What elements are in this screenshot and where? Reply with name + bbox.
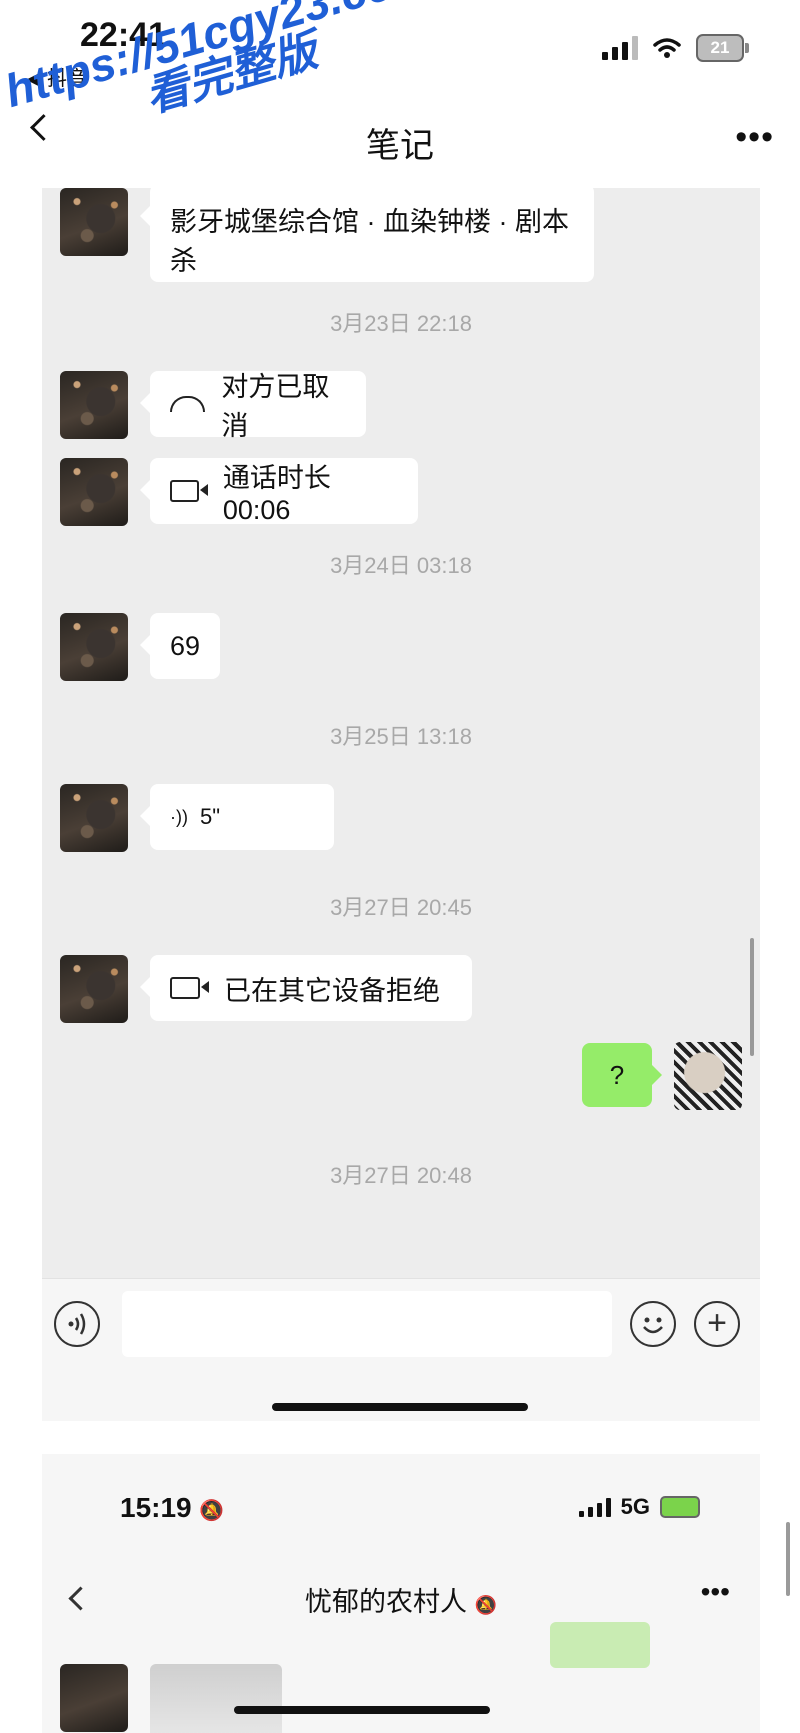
status-time: 15:19 🔕 [120,1492,224,1524]
voice-waves-icon [68,1313,86,1335]
second-screenshot: 15:19 🔕 5G 忧郁的农村人 🔕 ••• [42,1454,760,1733]
my-message-bubble[interactable]: ? [582,1043,662,1107]
message-text: 已在其它设备拒绝 [224,975,440,1006]
chat-title: 忧郁的农村人 🔕 [42,1580,760,1619]
smiley-face-icon [643,1317,663,1334]
contact-avatar[interactable] [60,188,128,256]
battery-icon: 21 [696,34,749,62]
more-options-button[interactable]: ••• [735,118,774,157]
phone-hangup-icon [170,396,206,412]
scrollbar[interactable] [750,938,754,1056]
message-bubble-call-cancelled[interactable]: 对方已取消 [140,371,366,441]
message-bubble-voice[interactable]: ·)) 5" [140,784,334,850]
my-message-bubble[interactable] [550,1622,650,1668]
timestamp: 3月25日 13:18 [330,724,472,749]
battery-charging-icon [660,1496,700,1518]
message-input[interactable] [122,1291,612,1357]
page-scrollbar[interactable] [786,1522,790,1596]
message-text: ? [609,1059,625,1090]
message-bubble-video-call[interactable]: 通话时长 00:06 [140,458,418,525]
my-avatar[interactable] [674,1042,742,1110]
video-camera-icon [170,977,209,999]
chat-message-list[interactable]: 影牙城堡综合馆 · 血染钟楼 · 剧本杀 3月23日 22:18 对方已取消 通… [42,188,760,1278]
timestamp: 3月24日 03:18 [330,553,472,578]
mute-bell-icon: 🔕 [199,1500,225,1522]
status-time-text: 15:19 [120,1492,192,1523]
contact-avatar[interactable] [60,371,128,439]
message-bubble-text[interactable]: 69 [140,613,220,679]
plus-icon[interactable]: + [694,1301,740,1347]
message-bubble-text[interactable]: 影牙城堡综合馆 · 血染钟楼 · 剧本杀 [140,188,594,282]
timestamp: 3月27日 20:45 [330,895,472,920]
contact-avatar[interactable] [60,1664,128,1732]
input-bar: + [42,1278,760,1421]
mute-bell-icon: 🔕 [474,1595,497,1615]
contact-avatar[interactable] [60,955,128,1023]
contact-avatar[interactable] [60,613,128,681]
contact-avatar[interactable] [60,458,128,526]
timestamp: 3月23日 22:18 [330,311,472,336]
wifi-icon [653,38,681,58]
voice-duration: 5" [199,804,221,829]
cellular-signal-icon [578,1497,611,1517]
message-text: 对方已取消 [221,372,330,441]
status-icons: 21 [602,34,749,62]
message-text: 69 [170,630,201,661]
message-text: 影牙城堡综合馆 · 血染钟楼 · 剧本杀 [170,207,569,276]
video-thumbnail[interactable] [150,1664,282,1733]
emoji-icon[interactable] [630,1301,676,1347]
contact-avatar[interactable] [60,784,128,852]
video-camera-icon [170,480,208,502]
voice-icon[interactable] [54,1301,100,1347]
message-text: 通话时长 00:06 [222,463,331,525]
home-indicator [272,1403,528,1411]
timestamp: 3月27日 20:48 [330,1163,472,1188]
status-icons: 5G [578,1494,700,1520]
network-type: 5G [620,1494,650,1519]
message-bubble-video-call[interactable]: 已在其它设备拒绝 [140,955,472,1021]
voice-wave-icon: ·)) [170,806,188,827]
home-indicator [234,1706,490,1714]
chat-title-text: 忧郁的农村人 [305,1587,468,1617]
more-options-button[interactable]: ••• [701,1576,730,1608]
cellular-signal-icon [602,36,638,60]
